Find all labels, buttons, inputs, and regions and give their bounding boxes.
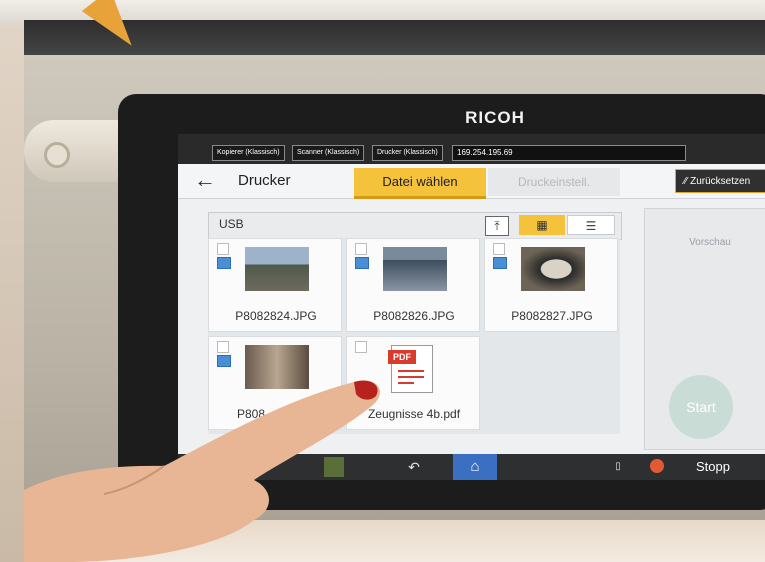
stop-icon[interactable] [650, 459, 664, 473]
file-checkbox[interactable] [355, 341, 367, 353]
bracket-screw-hole [44, 142, 70, 168]
status-bar: Kopierer (Klassisch) Scanner (Klassisch)… [178, 134, 765, 164]
photo-thumbnail [383, 247, 447, 291]
ip-address: 169.254.195.69 [452, 145, 686, 161]
image-file-icon [217, 355, 231, 367]
photo-thumbnail [521, 247, 585, 291]
preview-label: Vorschau [689, 237, 731, 248]
file-tile[interactable]: P8082827.JPG [484, 238, 618, 332]
pdf-line [398, 382, 414, 384]
mode-tab-copier[interactable]: Kopierer (Klassisch) [212, 145, 285, 161]
file-checkbox[interactable] [217, 243, 229, 255]
preview-panel: Vorschau Start [644, 208, 765, 450]
pointing-hand [24, 380, 381, 562]
file-checkbox[interactable] [493, 243, 505, 255]
photo-thumbnail [245, 247, 309, 291]
stop-button[interactable]: Stopp [696, 459, 730, 474]
list-view-button[interactable]: ☰ [567, 215, 615, 235]
image-file-icon [217, 257, 231, 269]
brand-logo: RICOH [465, 108, 525, 127]
page-title: Drucker [238, 172, 291, 189]
reset-button[interactable]: ⁄⁄ Zurücksetzen [675, 169, 765, 193]
info-icon[interactable]: ▯ [610, 457, 626, 477]
file-tile[interactable]: P8082824.JPG [208, 238, 342, 332]
file-name: P8082824.JPG [235, 309, 317, 323]
folder-up-button[interactable]: ⤒ [485, 216, 509, 236]
image-file-icon [493, 257, 507, 269]
pdf-badge: PDF [388, 350, 416, 364]
list-view-icon: ☰ [585, 219, 597, 233]
pdf-file-icon: PDF [388, 345, 433, 393]
grid-view-button[interactable]: ▦ [519, 215, 565, 235]
file-checkbox[interactable] [355, 243, 367, 255]
tab-print-settings[interactable]: Druckeinstell. [488, 168, 620, 196]
start-button[interactable]: Start [669, 375, 733, 439]
folder-up-icon: ⤒ [494, 219, 500, 233]
pdf-line [398, 376, 424, 378]
back-arrow-icon[interactable]: ← [192, 169, 218, 193]
file-checkbox[interactable] [217, 341, 229, 353]
home-button[interactable]: ⌂ [453, 454, 497, 480]
undo-arrow-icon[interactable]: ↶ [402, 457, 426, 477]
image-file-icon [355, 257, 369, 269]
home-icon: ⌂ [470, 458, 480, 475]
header-bar: ← Drucker Datei wählen Druckeinstell. ⁄⁄… [178, 164, 765, 199]
mode-tab-printer[interactable]: Drucker (Klassisch) [372, 145, 443, 161]
reset-label: Zurücksetzen [690, 176, 751, 187]
file-name: P8082826.JPG [373, 309, 455, 323]
source-label: USB [219, 217, 244, 231]
pdf-line [398, 370, 424, 372]
grid-view-icon: ▦ [536, 218, 548, 232]
tab-select-file[interactable]: Datei wählen [354, 168, 486, 199]
source-bar: USB ⤒ ▦ ☰ [208, 212, 622, 240]
file-tile[interactable]: P8082826.JPG [346, 238, 480, 332]
mode-tab-scanner[interactable]: Scanner (Klassisch) [292, 145, 365, 161]
file-name: P8082827.JPG [511, 309, 593, 323]
